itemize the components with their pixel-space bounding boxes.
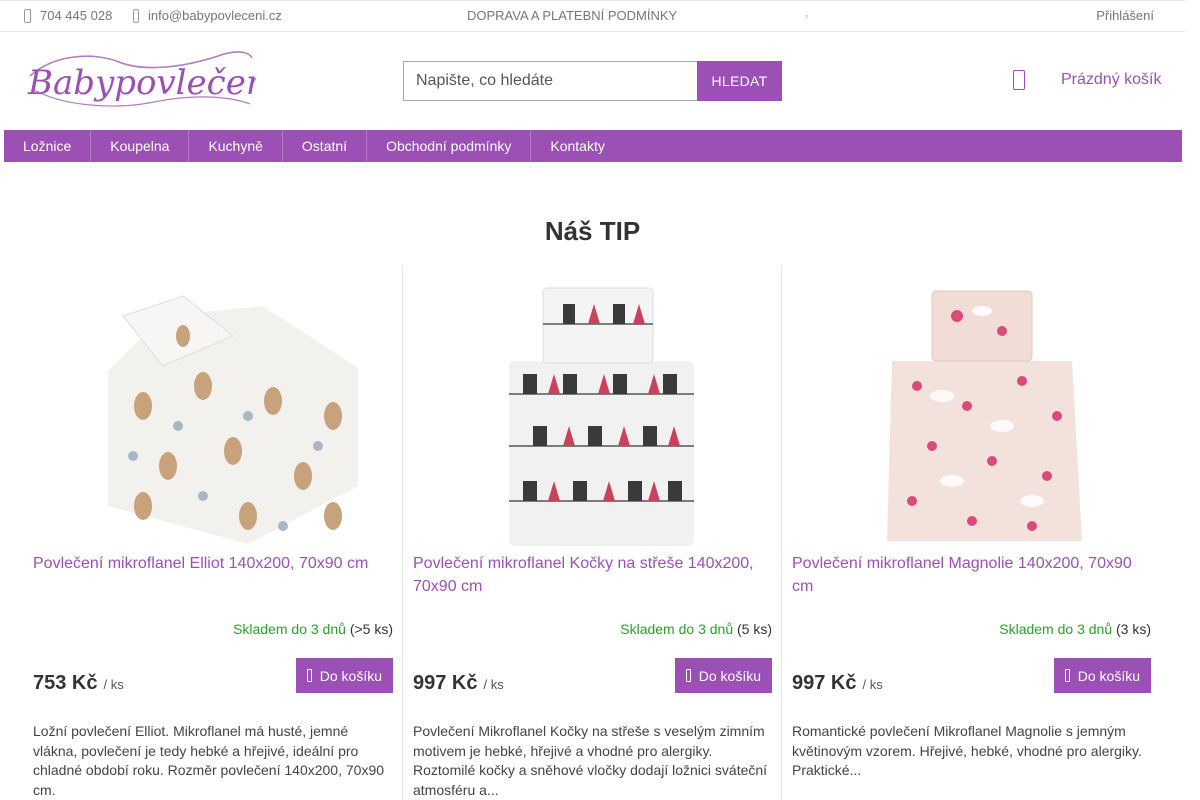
add-to-cart-label: Do košíku bbox=[1077, 667, 1140, 684]
site-logo[interactable]: Babypovlečení bbox=[24, 46, 283, 112]
price-unit: / ks bbox=[483, 677, 504, 692]
product-image[interactable] bbox=[413, 276, 772, 548]
price-amount: 997 Kč bbox=[792, 672, 857, 694]
product-card: Povlečení mikroflanel Elliot 140x200, 70… bbox=[23, 266, 403, 800]
product-description: Romantické povlečení Mikroflanel Magnoli… bbox=[792, 723, 1142, 779]
cart-label: Prázdný košík bbox=[1061, 71, 1162, 88]
product-card: Povlečení mikroflanel Magnolie 140x200, … bbox=[781, 266, 1161, 800]
cart-add-icon bbox=[1064, 669, 1070, 682]
cart-icon bbox=[1013, 70, 1025, 90]
dropdown-icon[interactable]: ▫ bbox=[805, 11, 808, 21]
nav-item-obchodni-podminky[interactable]: Obchodní podmínky bbox=[367, 130, 532, 162]
cart-add-icon bbox=[685, 669, 691, 682]
availability: Skladem do 3 dnů (>5 ks) bbox=[233, 621, 393, 637]
product-name-link[interactable]: Povlečení mikroflanel Kočky na střeše 14… bbox=[413, 553, 773, 598]
product-card: Povlečení mikroflanel Kočky na střeše 14… bbox=[402, 266, 782, 800]
phone-icon bbox=[24, 8, 31, 23]
login-link[interactable]: Přihlášení bbox=[1096, 8, 1154, 23]
section-title: Náš TIP bbox=[544, 216, 641, 246]
add-to-cart-label: Do košíku bbox=[698, 667, 761, 684]
price: 997 Kč / ks bbox=[792, 672, 883, 695]
nav-item-kuchyne[interactable]: Kuchyně bbox=[189, 130, 283, 162]
product-image[interactable] bbox=[33, 276, 392, 548]
search-button[interactable]: HLEDAT bbox=[697, 61, 782, 101]
product-description: Povlečení Mikroflanel Kočky na střeše s … bbox=[413, 723, 768, 798]
mail-icon bbox=[133, 8, 139, 23]
logo-text: Babypovlečení bbox=[27, 63, 256, 103]
shipping-link[interactable]: DOPRAVA A PLATEBNÍ PODMÍNKY bbox=[467, 8, 677, 23]
nav-item-loznice[interactable]: Ložnice bbox=[4, 130, 92, 162]
add-to-cart-label: Do košíku bbox=[319, 667, 382, 684]
stock-count: (3 ks) bbox=[1116, 621, 1151, 637]
availability-status: Skladem do 3 dnů bbox=[620, 621, 734, 637]
nav-item-kontakty[interactable]: Kontakty bbox=[531, 130, 623, 162]
phone-link[interactable]: 704 445 028 bbox=[24, 8, 112, 23]
availability-status: Skladem do 3 dnů bbox=[233, 621, 346, 637]
price: 997 Kč / ks bbox=[413, 672, 504, 695]
phone-number: 704 445 028 bbox=[40, 8, 113, 23]
top-bar: 704 445 028 info@babypovleceni.cz DOPRAV… bbox=[0, 0, 1185, 32]
stock-count: (>5 ks) bbox=[349, 621, 393, 637]
product-description: Ložní povlečení Elliot. Mikroflanel má h… bbox=[33, 723, 385, 798]
add-to-cart-button[interactable]: Do košíku bbox=[295, 658, 393, 693]
nav-item-ostatni[interactable]: Ostatní bbox=[283, 130, 368, 162]
cart-link[interactable]: Prázdný košík bbox=[1013, 70, 1161, 90]
search-input[interactable] bbox=[403, 61, 697, 101]
product-image[interactable] bbox=[792, 276, 1151, 548]
add-to-cart-button[interactable]: Do košíku bbox=[674, 658, 772, 693]
search-form: HLEDAT bbox=[403, 61, 782, 101]
price-unit: / ks bbox=[103, 677, 124, 692]
main-nav: Ložnice Koupelna Kuchyně Ostatní Obchodn… bbox=[4, 130, 1182, 162]
product-name-link[interactable]: Povlečení mikroflanel Elliot 140x200, 70… bbox=[33, 553, 393, 576]
availability: Skladem do 3 dnů (5 ks) bbox=[620, 621, 772, 637]
price-unit: / ks bbox=[862, 677, 883, 692]
price-amount: 753 Kč bbox=[33, 672, 98, 694]
logo-image: Babypovlečení bbox=[27, 51, 283, 107]
availability-status: Skladem do 3 dnů bbox=[999, 621, 1113, 637]
email-link[interactable]: info@babypovleceni.cz bbox=[133, 8, 282, 23]
email-address: info@babypovleceni.cz bbox=[148, 8, 282, 23]
add-to-cart-button[interactable]: Do košíku bbox=[1053, 658, 1151, 693]
availability: Skladem do 3 dnů (3 ks) bbox=[999, 621, 1151, 637]
stock-count: (5 ks) bbox=[737, 621, 772, 637]
cart-add-icon bbox=[306, 669, 312, 682]
nav-item-koupelna[interactable]: Koupelna bbox=[91, 130, 190, 162]
price-amount: 997 Kč bbox=[413, 672, 478, 694]
product-name-link[interactable]: Povlečení mikroflanel Magnolie 140x200, … bbox=[792, 553, 1152, 598]
price: 753 Kč / ks bbox=[33, 672, 124, 695]
